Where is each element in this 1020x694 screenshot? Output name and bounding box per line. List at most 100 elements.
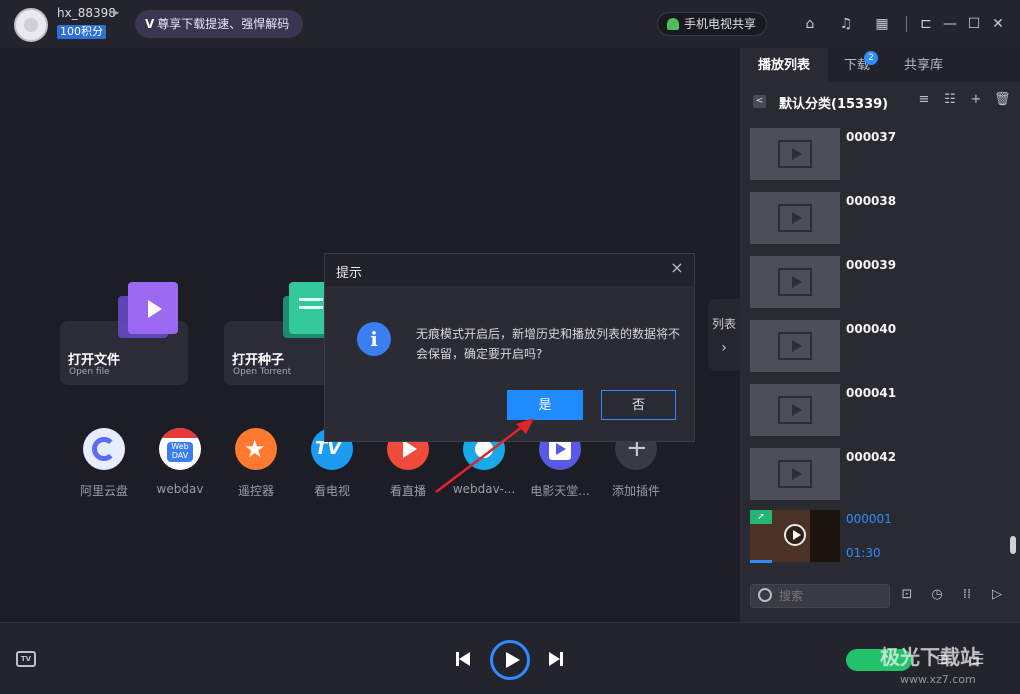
share-tag-icon: ➚ <box>750 510 772 524</box>
back-icon[interactable]: < <box>753 95 766 108</box>
video-thumbnail <box>750 128 840 180</box>
username[interactable]: hx_88398 <box>57 6 116 20</box>
mini-mode-icon[interactable]: ⊏ <box>916 14 936 34</box>
video-placeholder-icon <box>778 140 812 168</box>
list-item-playing[interactable]: ➚ 000001 01:30 <box>750 510 1012 564</box>
aliyun-drive-icon <box>83 428 125 470</box>
annotation-arrow <box>435 418 534 493</box>
search-icon <box>758 588 772 602</box>
list-item[interactable]: 000041 <box>750 384 1012 438</box>
tv-cast-icon[interactable]: TV <box>16 651 36 667</box>
list-item[interactable]: 000038 <box>750 192 1012 246</box>
video-thumbnail <box>750 448 840 500</box>
android-icon <box>667 18 679 30</box>
chevron-right-icon: › <box>721 340 727 356</box>
open-file-title: 打开文件 <box>68 353 121 368</box>
vip-banner-text: 尊享下载提速、强悍解码 <box>157 17 290 31</box>
caret-right-icon[interactable]: ▶ <box>113 8 119 17</box>
dialog-message: 无痕模式开启后，新增历史和播放列表的数据将不会保留，确定要开启吗? <box>416 327 681 361</box>
vip-banner[interactable]: V 尊享下载提速、强悍解码 <box>135 10 303 38</box>
video-placeholder-icon <box>778 396 812 424</box>
item-name: 000001 <box>846 512 892 526</box>
video-placeholder-icon <box>778 268 812 296</box>
video-placeholder-icon <box>778 332 812 360</box>
plugin-label: 遥控器 <box>237 484 274 498</box>
plugin-webdav[interactable]: Web DAV webdav <box>148 428 212 496</box>
phone-tv-share-label: 手机电视共享 <box>684 17 757 31</box>
list-item[interactable]: 000037 <box>750 128 1012 182</box>
list-header: < 默认分类(15339) ≡ ☷ + 🗑 <box>740 82 1020 120</box>
watermark-url: www.xz7.com <box>900 673 976 686</box>
close-icon[interactable]: × <box>669 260 685 276</box>
divider <box>906 16 907 32</box>
trash-icon[interactable]: 🗑 <box>994 92 1011 108</box>
download-count-badge: 2 <box>864 51 878 65</box>
progress-bar <box>750 560 772 563</box>
plugin-aliyun[interactable]: 阿里云盘 <box>72 428 136 499</box>
item-name: 000039 <box>846 258 897 272</box>
add-icon[interactable]: + <box>968 92 984 108</box>
info-icon: i <box>357 322 391 356</box>
top-bar: hx_88398 ▶ 100积分 V 尊享下载提速、强悍解码 手机电视共享 ⌂ ♫… <box>0 0 1020 48</box>
lock-icon[interactable]: ⊡ <box>898 586 916 604</box>
item-name: 000041 <box>846 386 897 400</box>
points-badge: 100积分 <box>57 25 106 39</box>
list-item[interactable]: 000040 <box>750 320 1012 374</box>
history-icon[interactable]: ◷ <box>928 586 946 604</box>
video-placeholder-icon <box>778 460 812 488</box>
item-name: 000037 <box>846 130 897 144</box>
minimize-icon[interactable]: — <box>940 14 960 34</box>
item-duration: 01:30 <box>846 546 881 560</box>
previous-icon[interactable] <box>456 651 472 667</box>
maximize-icon[interactable]: ☐ <box>964 14 984 34</box>
player-bar: TV ⊞ ☰ 极光下载站 www.xz7.com <box>0 622 1020 694</box>
open-torrent-subtitle: Open Torrent <box>233 367 292 377</box>
playlist-toggle-label: 列表 <box>711 317 736 331</box>
webdav-logo-text: Web DAV <box>167 442 193 462</box>
sort-icon[interactable]: ≡ <box>916 92 932 108</box>
plugin-label: 阿里云盘 <box>79 484 128 498</box>
video-thumbnail: ➚ <box>750 510 840 563</box>
video-thumbnail <box>750 192 840 244</box>
play-button[interactable] <box>490 640 530 680</box>
item-name: 000038 <box>846 194 897 208</box>
bell-icon[interactable]: ♫ <box>836 14 856 34</box>
item-name: 000042 <box>846 450 897 464</box>
webdav-icon: Web DAV <box>159 428 201 470</box>
list-item[interactable]: 000039 <box>750 256 1012 310</box>
watermark-logo: 极光下载站 <box>880 645 980 669</box>
apps-grid-icon[interactable]: ▦ <box>872 14 892 34</box>
play-circle-icon[interactable] <box>784 524 806 546</box>
remote-control-icon: ★ <box>235 428 277 470</box>
plugin-label: 看电视 <box>313 484 350 498</box>
video-thumbnail <box>750 256 840 308</box>
play-order-icon[interactable]: ▷ <box>988 586 1006 604</box>
scrollbar-thumb[interactable] <box>1010 536 1016 554</box>
plugin-remote[interactable]: ★ 遥控器 <box>224 428 288 499</box>
next-icon[interactable] <box>548 651 564 667</box>
footprint-icon[interactable]: ⁞⁞ <box>958 586 976 604</box>
playlist-toggle-tab[interactable]: 列表 › <box>708 299 740 371</box>
no-button[interactable]: 否 <box>601 390 676 420</box>
tab-playlist[interactable]: 播放列表 <box>740 48 828 82</box>
dialog-title: 提示 <box>336 266 363 281</box>
gift-icon[interactable]: ⌂ <box>800 14 820 34</box>
playlist-panel: 播放列表 下载 2 共享库 < 默认分类(15339) ≡ ☷ + 🗑 0000… <box>740 48 1020 622</box>
panel-tabs: 播放列表 下载 2 共享库 <box>740 48 1020 82</box>
video-file-icon <box>118 282 178 340</box>
phone-tv-share-button[interactable]: 手机电视共享 <box>657 12 767 36</box>
list-view-icon[interactable]: ☷ <box>942 92 958 108</box>
item-name: 000040 <box>846 322 897 336</box>
plugin-label: webdav <box>156 482 204 496</box>
close-icon[interactable]: ✕ <box>988 14 1008 34</box>
list-item[interactable]: 000042 <box>750 448 1012 502</box>
dialog-header: 提示 × <box>325 254 694 286</box>
video-thumbnail <box>750 384 840 436</box>
video-placeholder-icon <box>778 204 812 232</box>
video-thumbnail <box>750 320 840 372</box>
user-avatar[interactable] <box>14 8 48 42</box>
open-torrent-title: 打开种子 <box>232 353 285 368</box>
tab-share-library[interactable]: 共享库 <box>904 48 943 82</box>
open-file-subtitle: Open file <box>69 367 110 377</box>
list-title: 默认分类(15339) <box>779 97 889 112</box>
